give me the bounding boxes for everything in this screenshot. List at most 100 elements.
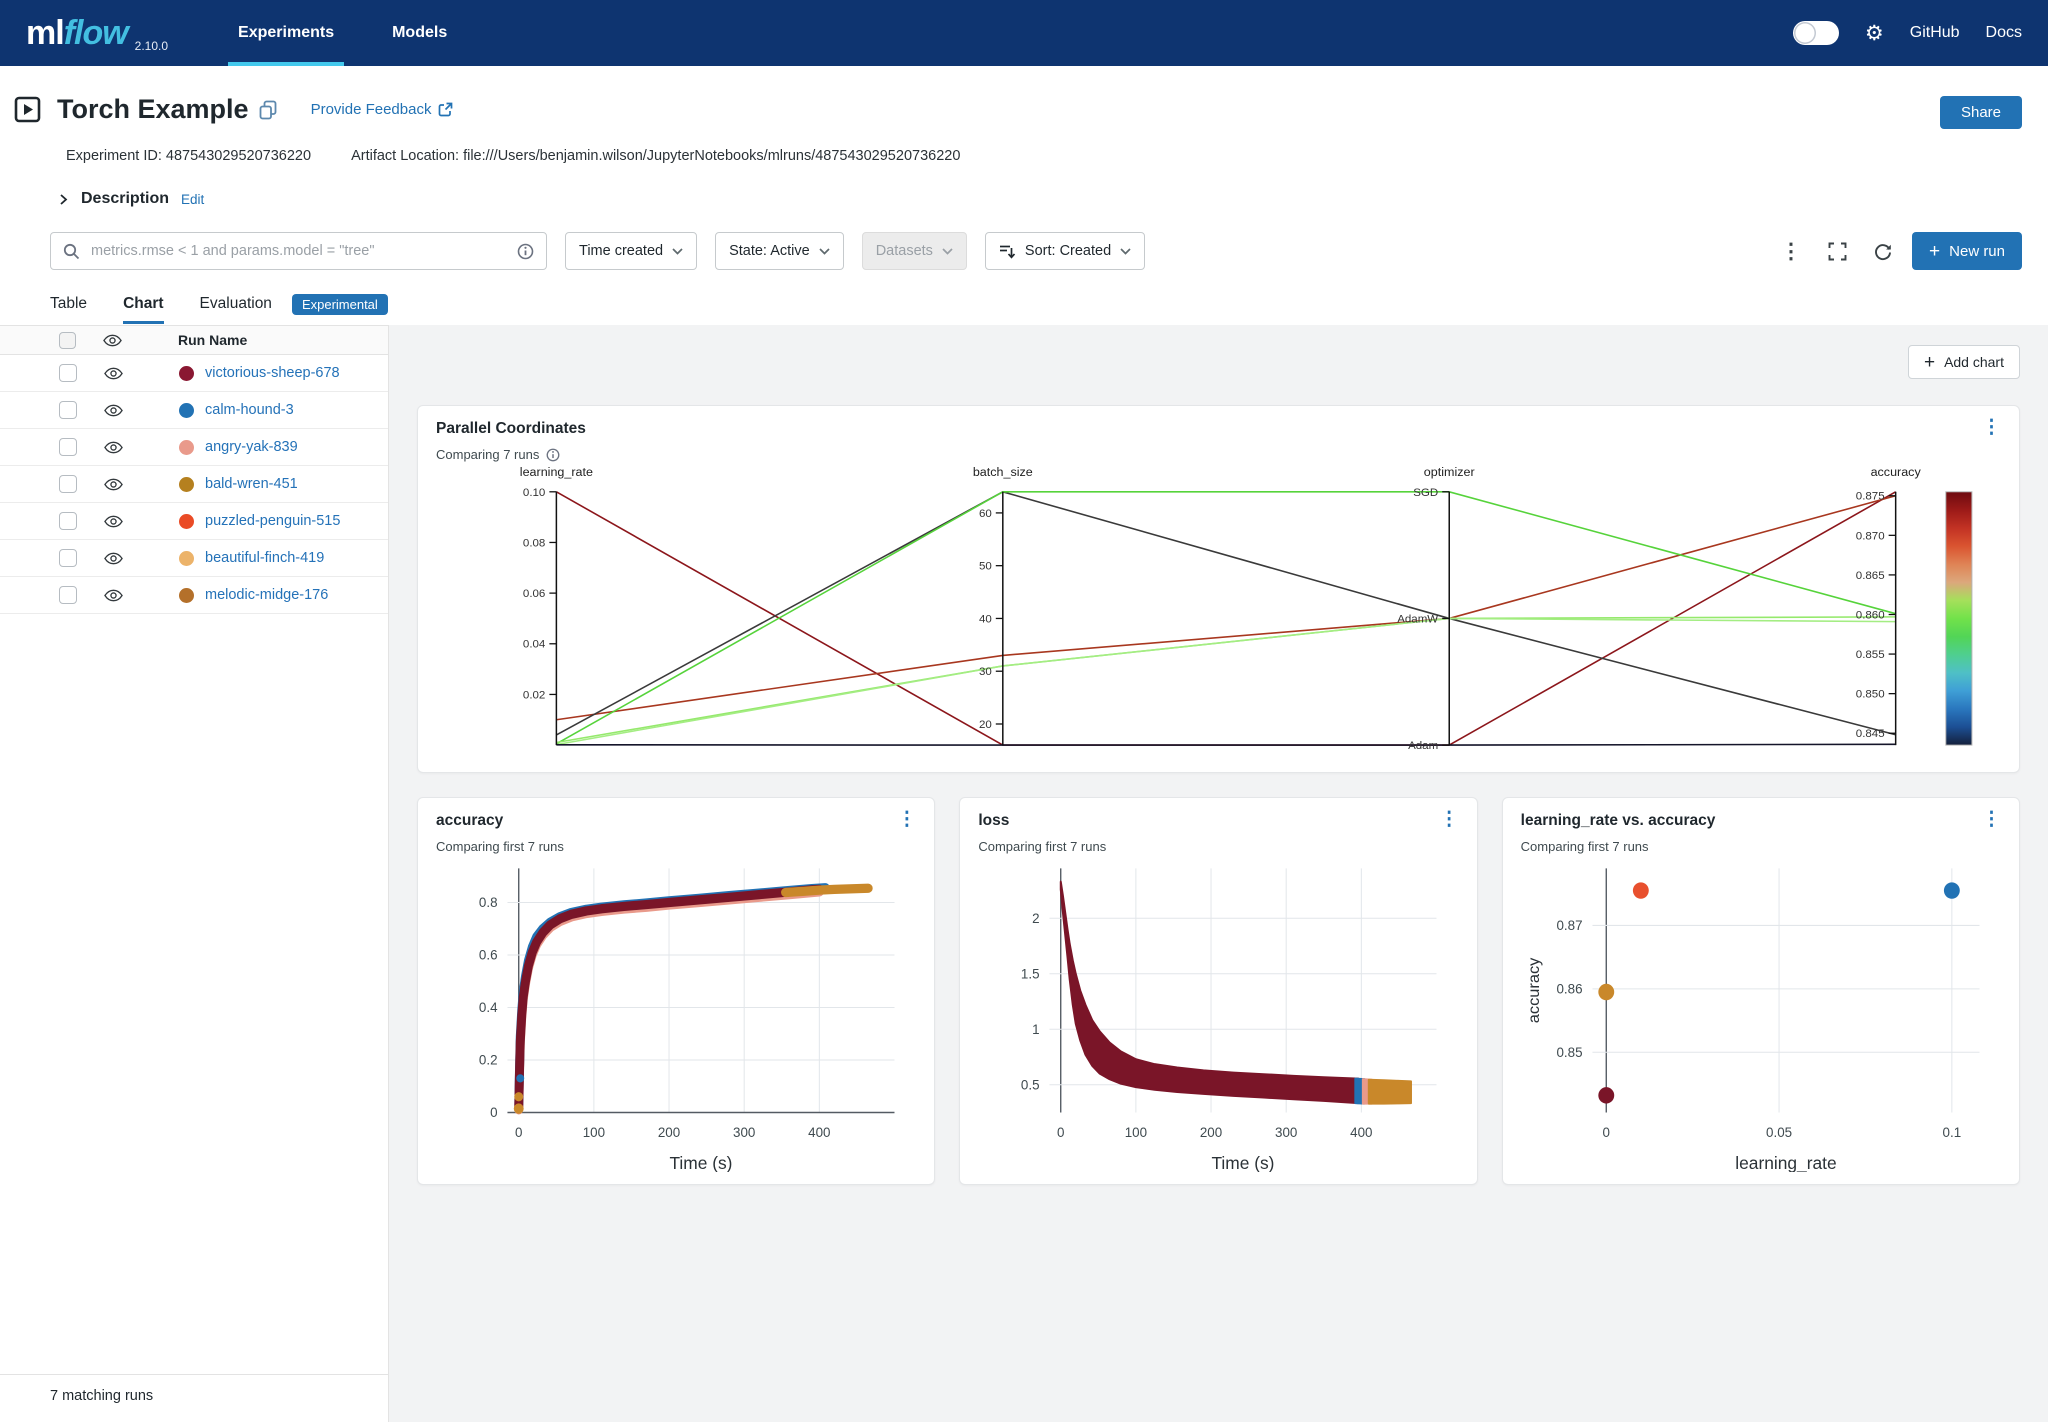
card-header: accuracy Comparing first 7 runs ⋮ (436, 812, 916, 854)
sort-icon (999, 244, 1016, 259)
run-visibility-toggle[interactable] (103, 515, 123, 528)
run-checkbox[interactable] (59, 364, 77, 382)
eye-column-icon[interactable] (102, 334, 122, 347)
run-name-link[interactable]: melodic-midge-176 (205, 587, 328, 603)
metric-cards-row: accuracy Comparing first 7 runs ⋮ 010020… (417, 797, 2020, 1185)
run-checkbox[interactable] (59, 512, 77, 530)
refresh-icon[interactable] (1866, 234, 1900, 268)
accuracy-plot[interactable]: 010020030040000.20.40.60.8Time (s) (436, 854, 916, 1172)
card-subtitle: Comparing first 7 runs (978, 839, 1106, 854)
tab-chart[interactable]: Chart (123, 295, 163, 324)
state-label: State: Active (729, 243, 810, 259)
datasets-select: Datasets (862, 232, 967, 270)
svg-text:0.10: 0.10 (523, 487, 545, 499)
nav-models[interactable]: Models (392, 0, 447, 66)
run-row: beautiful-finch-419 (0, 540, 388, 577)
new-run-button[interactable]: + New run (1912, 232, 2022, 270)
search-input[interactable] (89, 242, 508, 260)
svg-text:0.850: 0.850 (1856, 689, 1885, 701)
search-icon (63, 243, 80, 260)
svg-text:0.02: 0.02 (523, 689, 545, 701)
version-label: 2.10.0 (135, 39, 168, 66)
run-visibility-toggle[interactable] (103, 367, 123, 380)
nav-items: Experiments Models (238, 0, 505, 66)
svg-text:Time (s): Time (s) (1212, 1153, 1275, 1172)
add-chart-button[interactable]: + Add chart (1908, 345, 2020, 379)
loss-chart-card: loss Comparing first 7 runs ⋮ 0100200300… (959, 797, 1477, 1185)
svg-text:0.2: 0.2 (479, 1052, 498, 1067)
experiment-meta: Experiment ID:487543029520736220 Artifac… (66, 148, 2022, 164)
scatter-plot[interactable]: 00.050.10.870.860.85learning_rateaccurac… (1521, 854, 2001, 1172)
github-link[interactable]: GitHub (1910, 24, 1960, 42)
chart-menu-icon[interactable]: ⋮ (1982, 812, 2001, 827)
top-navbar: mlflow 2.10.0 Experiments Models ⚙ GitHu… (0, 0, 2048, 66)
card-header: Parallel Coordinates Comparing 7 runs ⋮ (436, 420, 2001, 462)
page-title: Torch Example (57, 94, 249, 125)
info-icon[interactable] (546, 448, 560, 462)
docs-link[interactable]: Docs (1986, 24, 2022, 42)
info-icon[interactable] (517, 243, 534, 260)
run-name-link[interactable]: beautiful-finch-419 (205, 550, 324, 566)
theme-toggle[interactable] (1793, 21, 1839, 45)
run-visibility-toggle[interactable] (103, 441, 123, 454)
fullscreen-icon[interactable] (1820, 234, 1854, 268)
svg-text:100: 100 (583, 1125, 606, 1140)
svg-text:0.860: 0.860 (1856, 610, 1885, 622)
parallel-coordinates-plot[interactable]: learning_rate0.100.080.060.040.02batch_s… (436, 462, 2001, 760)
experimental-badge: Experimental (292, 294, 388, 315)
runs-panel: Run Name victorious-sheep-678 calm-hound-… (0, 325, 389, 1422)
tab-table[interactable]: Table (50, 295, 87, 324)
run-visibility-toggle[interactable] (103, 589, 123, 602)
run-checkbox[interactable] (59, 401, 77, 419)
run-visibility-toggle[interactable] (103, 404, 123, 417)
run-name-link[interactable]: puzzled-penguin-515 (205, 513, 340, 529)
share-button[interactable]: Share (1940, 96, 2022, 129)
run-row: calm-hound-3 (0, 392, 388, 429)
new-run-label: New run (1949, 243, 2005, 260)
loss-plot[interactable]: 01002003004000.511.52Time (s) (978, 854, 1458, 1172)
tab-evaluation[interactable]: Evaluation (200, 295, 272, 324)
chart-menu-icon[interactable]: ⋮ (1982, 420, 2001, 435)
eye-icon (104, 441, 123, 454)
run-checkbox[interactable] (59, 586, 77, 604)
run-visibility-toggle[interactable] (103, 552, 123, 565)
copy-icon[interactable] (259, 100, 277, 120)
chevron-right-icon[interactable] (58, 193, 69, 206)
mlflow-logo[interactable]: mlflow 2.10.0 (26, 0, 168, 66)
artifact-location-value: file:///Users/benjamin.wilson/JupyterNot… (463, 148, 960, 164)
run-name-link[interactable]: calm-hound-3 (205, 402, 294, 418)
nav-experiments[interactable]: Experiments (238, 0, 334, 66)
svg-text:0.05: 0.05 (1766, 1125, 1792, 1140)
chart-menu-icon[interactable]: ⋮ (897, 812, 916, 827)
run-checkbox[interactable] (59, 475, 77, 493)
run-name-column-header: Run Name (178, 332, 247, 348)
description-edit-link[interactable]: Edit (181, 192, 204, 207)
sort-select[interactable]: Sort: Created (985, 232, 1145, 270)
run-name-link[interactable]: victorious-sheep-678 (205, 365, 340, 381)
run-checkbox[interactable] (59, 438, 77, 456)
svg-text:0.855: 0.855 (1856, 649, 1885, 661)
run-checkbox[interactable] (59, 549, 77, 567)
time-created-select[interactable]: Time created (565, 232, 697, 270)
state-select[interactable]: State: Active (715, 232, 844, 270)
svg-text:Adam: Adam (1408, 740, 1438, 752)
run-visibility-toggle[interactable] (103, 478, 123, 491)
gear-icon[interactable]: ⚙ (1865, 23, 1884, 44)
provide-feedback-link[interactable]: Provide Feedback (311, 101, 454, 118)
experiment-icon (14, 96, 41, 123)
run-name-link[interactable]: bald-wren-451 (205, 476, 298, 492)
card-subtitle-text: Comparing 7 runs (436, 447, 539, 462)
more-menu-icon[interactable]: ⋮ (1774, 234, 1808, 268)
card-title: learning_rate vs. accuracy (1521, 812, 1716, 830)
experiment-id-value: 487543029520736220 (166, 148, 311, 164)
select-all-checkbox[interactable] (59, 332, 76, 349)
chart-menu-icon[interactable]: ⋮ (1440, 812, 1459, 827)
svg-text:300: 300 (1275, 1125, 1298, 1140)
run-row: victorious-sheep-678 (0, 355, 388, 392)
svg-text:50: 50 (979, 561, 992, 573)
filter-actions: ⋮ + New run (1774, 232, 2022, 270)
run-name-link[interactable]: angry-yak-839 (205, 439, 298, 455)
eye-icon (103, 334, 122, 347)
eye-icon (104, 589, 123, 602)
accuracy-chart-card: accuracy Comparing first 7 runs ⋮ 010020… (417, 797, 935, 1185)
